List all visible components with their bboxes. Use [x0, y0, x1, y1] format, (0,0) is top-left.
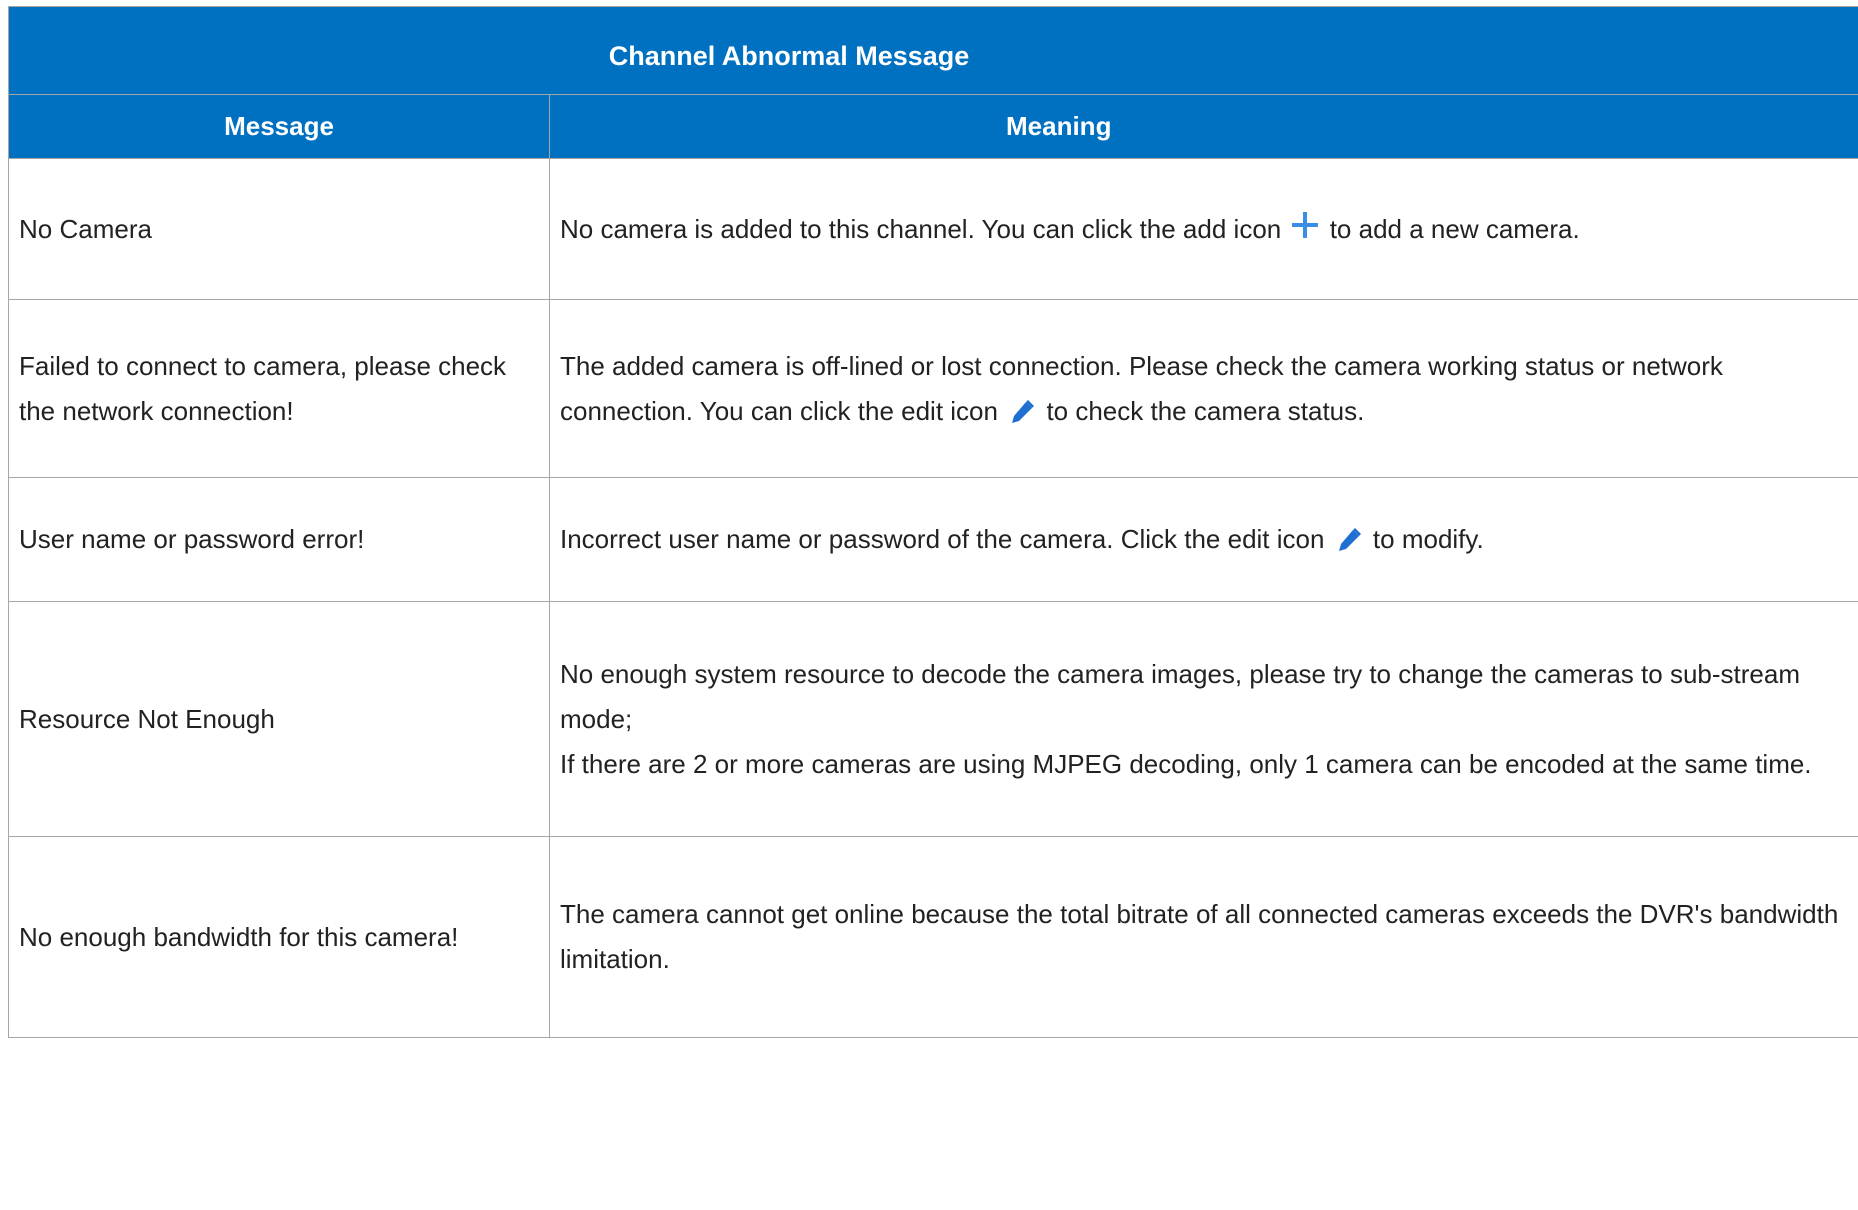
- table-row: Resource Not Enough No enough system res…: [8, 601, 1858, 837]
- abnormal-message-table: Channel Abnormal Message Message Meaning…: [8, 6, 1858, 1038]
- meaning-cell: The camera cannot get online because the…: [549, 836, 1858, 1038]
- table-title: Channel Abnormal Message: [8, 6, 1858, 95]
- pencil-icon: [1336, 522, 1362, 552]
- table-row: User name or password error! Incorrect u…: [8, 477, 1858, 602]
- meaning-text: Incorrect user name or password of the c…: [560, 524, 1325, 554]
- meaning-text: No camera is added to this channel. You …: [560, 213, 1282, 244]
- meaning-cell: No enough system resource to decode the …: [549, 601, 1858, 837]
- meaning-cell: No camera is added to this channel. You …: [549, 158, 1858, 300]
- table-row: Failed to connect to camera, please chec…: [8, 299, 1858, 478]
- column-header-meaning: Meaning: [549, 94, 1858, 159]
- message-cell: No Camera: [8, 158, 550, 300]
- column-header-message: Message: [8, 94, 550, 159]
- column-header-row: Message Meaning: [8, 94, 1858, 159]
- meaning-text: to check the camera status.: [1046, 395, 1365, 426]
- pencil-icon: [1009, 394, 1035, 423]
- meaning-text: to add a new camera.: [1329, 213, 1580, 244]
- meaning-text: No enough system resource to decode the …: [560, 658, 1800, 734]
- message-cell: User name or password error!: [8, 477, 550, 602]
- meaning-text: If there are 2 or more cameras are using…: [560, 748, 1812, 779]
- meaning-cell: Incorrect user name or password of the c…: [549, 477, 1858, 602]
- message-cell: Resource Not Enough: [8, 601, 550, 837]
- meaning-cell: The added camera is off-lined or lost co…: [549, 299, 1858, 478]
- table-row: No enough bandwidth for this camera! The…: [8, 836, 1858, 1038]
- message-cell: No enough bandwidth for this camera!: [8, 836, 550, 1038]
- meaning-text: to modify.: [1372, 524, 1484, 554]
- message-cell: Failed to connect to camera, please chec…: [8, 299, 550, 478]
- table-title-row: Channel Abnormal Message: [8, 6, 1858, 95]
- table-row: No Camera No camera is added to this cha…: [8, 158, 1858, 300]
- plus-icon: [1292, 211, 1319, 238]
- table-title-text: Channel Abnormal Message: [608, 41, 970, 71]
- abnormal-message-table-wrapper: Channel Abnormal Message Message Meaning…: [8, 6, 1858, 1038]
